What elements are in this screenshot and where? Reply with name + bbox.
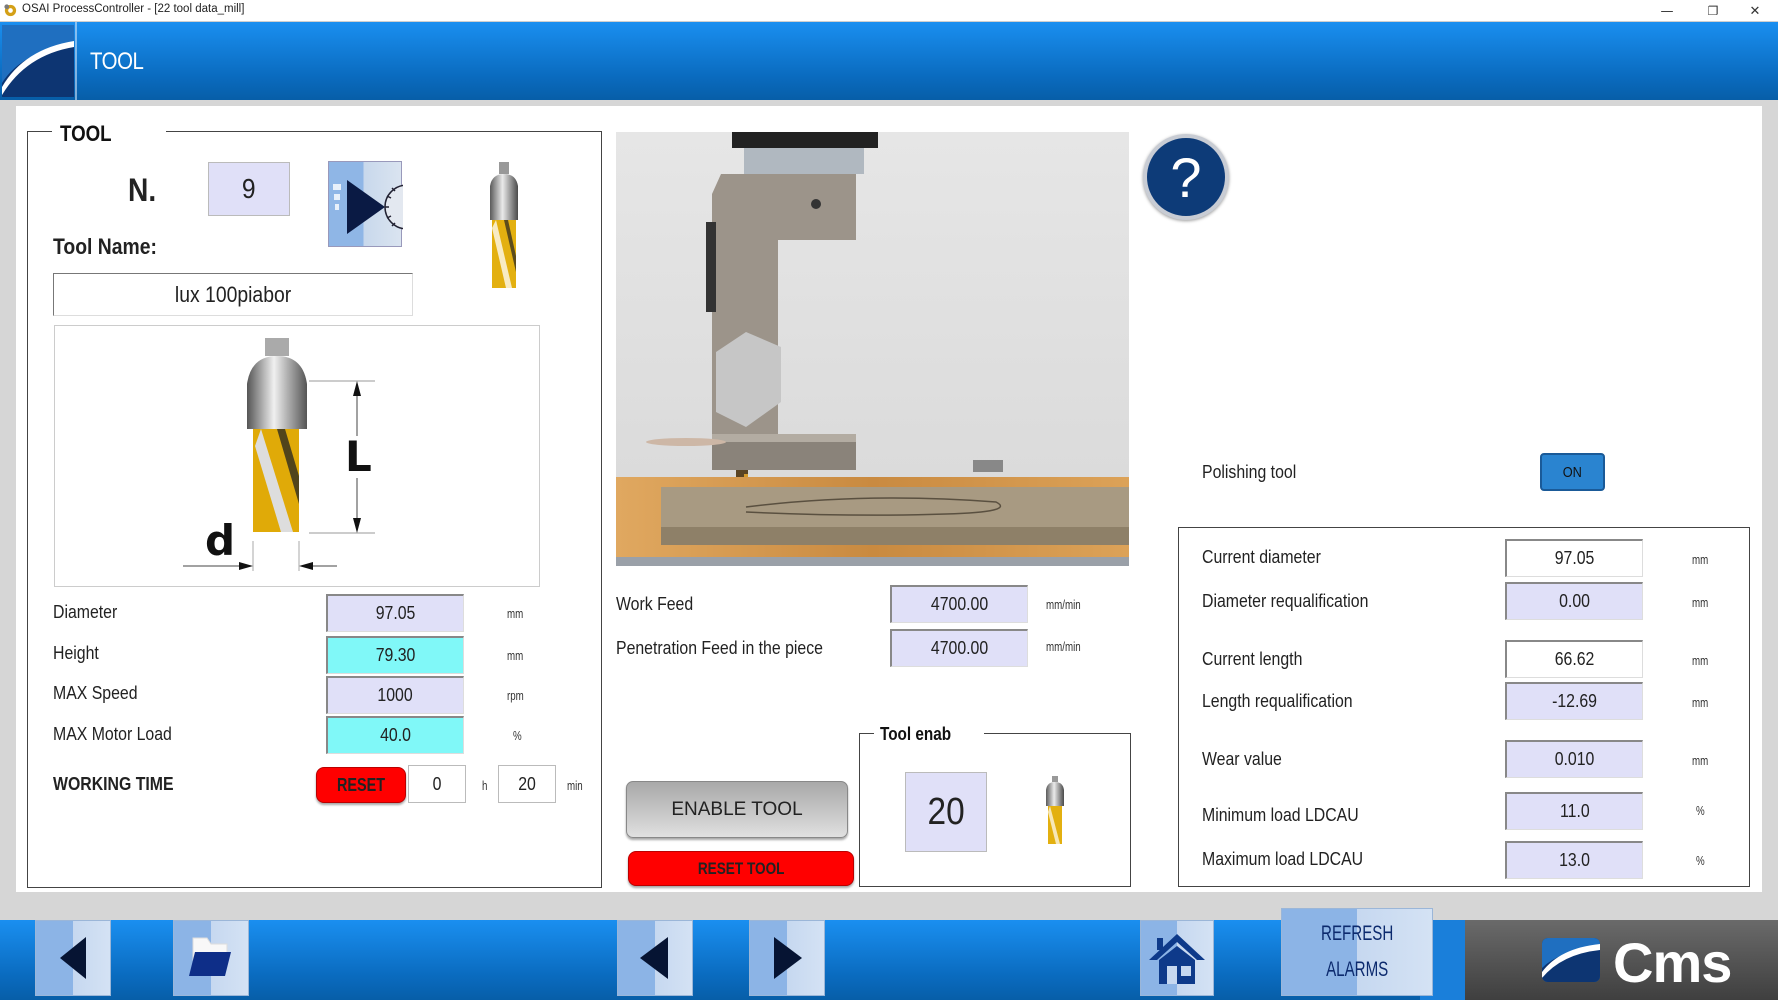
window-title-bar: OSAI ProcessController - [22 tool data_m… [0,0,1778,22]
max-speed-field[interactable]: 1000 [326,676,464,714]
working-time-hours-field[interactable]: 0 [408,765,466,803]
diameter-dimension-label: d [205,516,236,565]
tool-number-field[interactable]: 9 [208,162,290,216]
measurement-unit: mm [1692,753,1709,768]
measurement-label: Diameter requalification [1202,591,1369,611]
next-button[interactable] [749,920,825,996]
hours-unit: h [482,778,488,793]
tool-thumbnail-icon [482,160,526,292]
minimum-load-ldcau-field[interactable]: 11.0 [1505,792,1643,830]
help-icon: ? [1170,145,1202,209]
back-button[interactable] [35,920,111,996]
folder-open-icon [189,937,231,976]
brand-name: Cms [1613,931,1732,994]
previous-button[interactable] [617,920,693,996]
reset-working-time-button[interactable]: RESET [316,767,406,803]
diameter-field[interactable]: 97.05 [326,594,464,632]
tool-number-label: N. [128,172,157,208]
param-label: MAX Motor Load [53,724,172,744]
enable-tool-button[interactable]: ENABLE TOOL [626,781,848,838]
polishing-tool-toggle[interactable]: ON [1540,453,1605,491]
current-length-field[interactable]: 66.62 [1505,640,1643,678]
work-feed-label: Work Feed [616,594,694,614]
previous-arrow-icon [640,937,668,979]
tool-name-label: Tool Name: [53,234,157,259]
length-requalification-field[interactable]: -12.69 [1505,682,1643,720]
measurement-label: Length requalification [1202,691,1353,711]
restore-icon: ❐ [1707,4,1719,18]
param-unit: mm [507,648,524,663]
length-dimension-label: L [345,432,372,481]
param-unit: % [513,728,522,743]
working-time-label: WORKING TIME [53,774,174,794]
restore-button[interactable]: ❐ [1690,0,1736,22]
maximum-load-ldcau-field[interactable]: 13.0 [1505,841,1643,879]
measurement-label: Maximum load LDCAU [1202,849,1364,869]
param-unit: rpm [507,688,524,703]
param-unit: mm [507,606,524,621]
work-feed-unit: mm/min [1046,597,1081,612]
measurement-label: Minimum load LDCAU [1202,805,1359,825]
measurement-unit: mm [1692,653,1709,668]
play-tool-magazine-icon [333,180,430,234]
back-arrow-icon [60,937,86,979]
app-gear-icon [4,4,17,17]
home-icon [1149,934,1205,984]
select-tool-button[interactable] [328,161,430,247]
header-divider [75,22,77,100]
close-icon: ✕ [1749,3,1761,19]
refresh-alarms-button[interactable]: REFRESH ALARMS [1281,908,1433,996]
measurement-unit: % [1696,803,1705,818]
measurement-unit: mm [1692,695,1709,710]
measurement-label: Wear value [1202,749,1282,769]
measurement-unit: % [1696,853,1705,868]
brand-area: Cms [1465,920,1778,1000]
window-title: OSAI ProcessController - [22 tool data_m… [22,3,245,15]
reset-tool-button[interactable]: RESET TOOL [628,851,854,886]
param-label: MAX Speed [53,683,138,703]
measurement-label: Current diameter [1202,547,1321,567]
measurement-label: Current length [1202,649,1303,669]
minutes-unit: min [567,778,583,793]
wear-value-field[interactable]: 0.010 [1505,740,1643,778]
measurement-unit: mm [1692,595,1709,610]
current-diameter-field[interactable]: 97.05 [1505,539,1643,577]
close-button[interactable]: ✕ [1732,0,1778,22]
work-feed-field[interactable]: 4700.00 [890,585,1028,623]
open-folder-button[interactable] [173,920,249,996]
cms-brand-logo-icon [1542,938,1600,982]
penetration-feed-unit: mm/min [1046,639,1081,654]
header-bar: TOOL [0,22,1778,100]
diameter-requalification-field[interactable]: 0.00 [1505,582,1643,620]
param-label: Height [53,643,99,663]
penetration-feed-label: Penetration Feed in the piece [616,638,823,658]
tool-enab-groupbox [859,733,1131,887]
polishing-tool-label: Polishing tool [1202,462,1297,482]
tool-enab-field[interactable]: 20 [905,772,987,852]
penetration-feed-field[interactable]: 4700.00 [890,629,1028,667]
tool-dimension-diagram: L d [54,325,540,587]
cms-logo-icon [2,25,74,97]
minimize-button[interactable]: — [1644,0,1690,22]
measurement-unit: mm [1692,552,1709,567]
tool-name-field[interactable]: lux 100piabor [53,273,413,316]
minimize-icon: — [1660,3,1674,19]
machine-preview-image [616,132,1129,566]
working-time-minutes-field[interactable]: 20 [498,765,556,803]
help-button[interactable]: ? [1143,134,1229,220]
home-button[interactable] [1140,920,1214,996]
next-arrow-icon [774,937,802,979]
tool-enab-legend: Tool enab [874,724,984,745]
tool-groupbox-legend: TOOL [52,121,166,147]
tool-enab-tool-icon [1042,776,1068,846]
max-motor-load-field[interactable]: 40.0 [326,716,464,754]
param-label: Diameter [53,602,118,622]
height-field[interactable]: 79.30 [326,636,464,674]
page-title: TOOL [90,48,144,75]
